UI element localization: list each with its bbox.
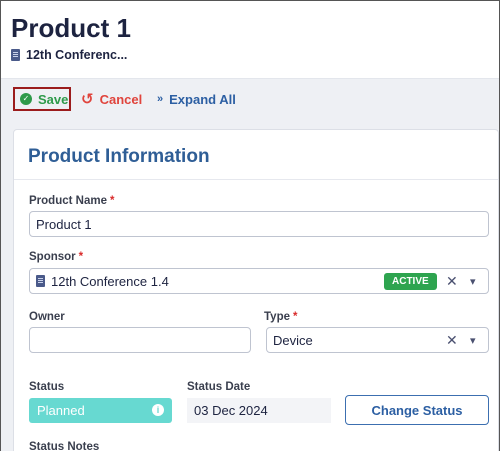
page-title: Product 1 xyxy=(11,13,131,43)
type-label-text: Type xyxy=(264,311,290,323)
save-label: Save xyxy=(38,91,69,107)
status-value: Planned xyxy=(37,403,85,418)
product-name-label-text: Product Name xyxy=(29,195,107,207)
page-header: Product 1 12th Conferenc... xyxy=(1,1,499,78)
change-status-button[interactable]: Change Status xyxy=(345,395,489,425)
sponsor-label-text: Sponsor xyxy=(29,251,76,263)
active-badge: ACTIVE xyxy=(384,273,437,290)
subtitle-text: 12th Conferenc... xyxy=(26,48,128,62)
product-information-card: Product Information Product Name * Produc… xyxy=(13,129,499,451)
undo-icon: ↺ xyxy=(81,90,94,108)
product-name-input[interactable]: Product 1 xyxy=(29,211,489,237)
double-chevron-down-icon: » xyxy=(157,92,164,105)
chevron-down-icon[interactable]: ▾ xyxy=(470,334,476,347)
expand-all-button[interactable]: » Expand All xyxy=(157,87,236,111)
check-circle-icon: ✓ xyxy=(20,93,32,105)
cancel-button[interactable]: ↺ Cancel xyxy=(81,87,142,111)
info-icon[interactable]: i xyxy=(152,404,164,416)
status-date-field: 03 Dec 2024 xyxy=(187,398,331,423)
expand-label: Expand All xyxy=(169,91,236,107)
product-name-label: Product Name * xyxy=(29,195,114,207)
save-button[interactable]: ✓ Save xyxy=(13,87,71,111)
content-area: Product Information Product Name * Produc… xyxy=(1,116,499,451)
status-date-value: 03 Dec 2024 xyxy=(194,403,268,418)
sponsor-label: Sponsor * xyxy=(29,251,83,263)
status-date-label: Status Date xyxy=(187,381,251,393)
building-icon xyxy=(36,275,45,287)
status-label: Status xyxy=(29,381,65,393)
close-icon[interactable]: ✕ xyxy=(446,332,458,349)
required-marker: * xyxy=(293,311,298,323)
cancel-label: Cancel xyxy=(99,91,143,107)
card-divider xyxy=(14,179,498,180)
sponsor-value: 12th Conference 1.4 xyxy=(51,273,169,289)
required-marker: * xyxy=(78,251,84,263)
status-notes-label: Status Notes xyxy=(29,441,100,451)
chevron-down-icon[interactable]: ▾ xyxy=(470,275,476,288)
product-name-value: Product 1 xyxy=(36,216,92,232)
toolbar: ✓ Save ↺ Cancel » Expand All xyxy=(1,78,499,116)
owner-label: Owner xyxy=(29,311,65,323)
type-value: Device xyxy=(273,332,313,348)
status-pill: Planned i xyxy=(29,398,172,423)
required-marker: * xyxy=(109,195,115,207)
type-label: Type * xyxy=(264,311,297,323)
owner-input[interactable] xyxy=(29,327,251,353)
building-icon xyxy=(11,49,20,61)
page-subtitle: 12th Conferenc... xyxy=(11,48,127,62)
close-icon[interactable]: ✕ xyxy=(446,273,458,290)
card-title: Product Information xyxy=(28,146,210,167)
